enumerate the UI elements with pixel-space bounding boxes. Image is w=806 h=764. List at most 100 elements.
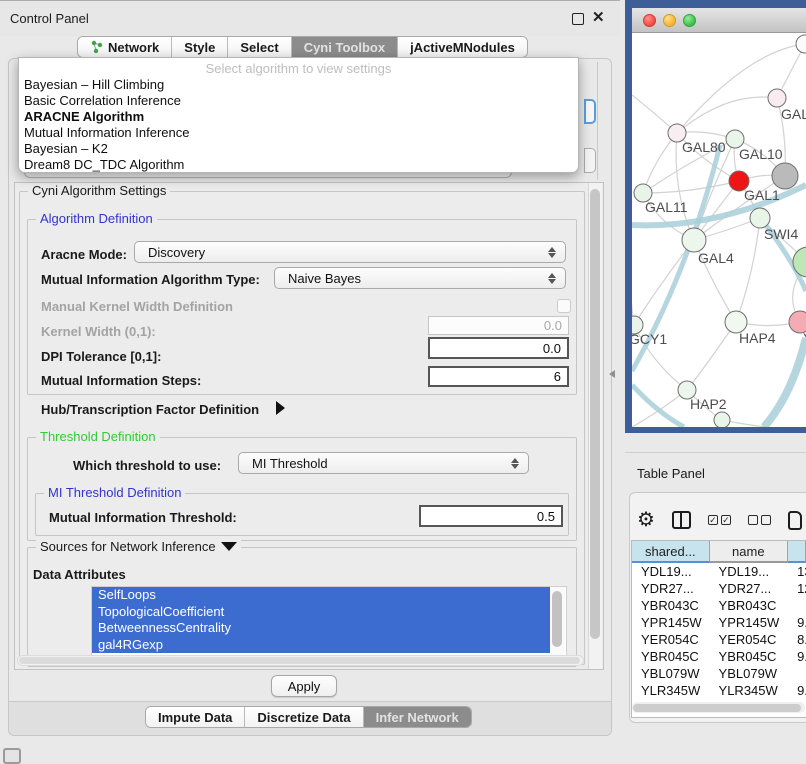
column-header[interactable]: name [710,541,789,563]
settings-hscrollbar-thumb[interactable] [19,657,580,664]
table-cell [788,665,806,682]
table-cell: YBL079W [632,665,710,682]
tab-impute-data[interactable]: Impute Data [146,707,245,727]
data-attribute-item[interactable]: gal4RGexp [92,637,550,654]
table-cell: YER054C [632,631,710,648]
node-label: SWI4 [764,226,798,242]
network-node[interactable] [768,89,786,107]
checked-columns-icon[interactable]: ✓✓ [708,515,731,525]
manual-kernel-checkbox[interactable] [557,299,571,313]
apply-button[interactable]: Apply [271,675,337,697]
table-row[interactable]: YLR345WYLR345W9. [632,682,806,699]
mi-threshold-field[interactable]: 0.5 [419,505,563,527]
network-node[interactable] [750,208,770,228]
hidden-algorithm-combo-fragment[interactable] [584,99,596,124]
table-cell: YPR145W [632,614,710,631]
network-view[interactable]: GALGAL80GAL10GAL1GAL11SWI4GAL4GCY1HAP4YH… [632,33,806,427]
table-row[interactable]: YBR043CYBR043C [632,597,806,614]
table-rows: YDL19...YDL19...13YDR27...YDR27...12YBR0… [632,563,806,703]
network-node[interactable] [772,163,798,189]
table-row[interactable]: YDL19...YDL19...13 [632,563,806,580]
zoom-traffic-light[interactable] [683,14,696,27]
tab-cyni-toolbox[interactable]: Cyni Toolbox [292,37,398,57]
column-header[interactable] [788,541,806,563]
tab-jactivemnodules[interactable]: jActiveMNodules [398,37,527,57]
mi-steps-field[interactable]: 6 [428,366,569,387]
data-attribute-item[interactable]: TopologicalCoefficient [92,604,550,621]
table-row[interactable]: YER054CYER054C8. [632,631,806,648]
panel-divider-grip[interactable] [609,370,615,378]
tab-network[interactable]: Network [78,37,172,57]
minimize-traffic-light[interactable] [663,14,676,27]
data-attributes-list[interactable]: SelfLoopsTopologicalCoefficientBetweenne… [91,586,567,656]
tab-network-label: Network [108,40,159,55]
data-attribute-item[interactable]: BetweennessCentrality [92,620,550,637]
network-edge[interactable] [677,97,777,133]
unchecked-columns-icon[interactable] [748,515,771,525]
algorithm-definition-title: Algorithm Definition [36,211,157,226]
network-node[interactable] [682,228,706,252]
aracne-mode-label: Aracne Mode: [41,247,127,262]
algorithm-option[interactable]: Bayesian – Hill Climbing [19,77,578,93]
mi-type-combo[interactable]: Naive Bayes [274,267,566,289]
table-row[interactable]: YBR045CYBR045C9. [632,648,806,665]
algorithm-option[interactable]: Bayesian – K2 [19,141,578,157]
network-window-titlebar [632,8,806,33]
gear-icon[interactable]: ⚙ [637,510,655,530]
network-svg: GALGAL80GAL10GAL1GAL11SWI4GAL4GCY1HAP4YH… [632,33,806,427]
which-threshold-combo[interactable]: MI Threshold [238,452,529,474]
network-edge-thick[interactable] [632,385,684,427]
node-label: GAL11 [645,199,688,215]
algorithm-option[interactable]: Mutual Information Inference [19,125,578,141]
export-table-icon[interactable] [788,511,802,530]
network-node[interactable] [796,35,806,53]
table-row[interactable]: YDR27...YDR27...12 [632,580,806,597]
tab-style[interactable]: Style [172,37,228,57]
hidden-combo-fragment[interactable] [584,148,596,173]
data-attribute-item[interactable]: SelfLoops [92,587,550,604]
kernel-width-field[interactable]: 0.0 [428,316,569,335]
cyni-settings-panel: Cyni Algorithm Settings Algorithm Defini… [14,182,604,670]
tab-infer-network[interactable]: Infer Network [364,707,471,727]
collapse-arrow-icon[interactable] [221,542,237,551]
network-edge-thick[interactable] [764,338,806,427]
tab-select[interactable]: Select [228,37,291,57]
close-icon[interactable]: ✕ [592,8,605,26]
node-label: GAL10 [739,146,783,162]
network-node[interactable] [714,412,730,427]
table-row[interactable]: YBL079WYBL079W [632,665,806,682]
close-traffic-light[interactable] [643,14,656,27]
sources-title-wrap: Sources for Network Inference [36,539,241,554]
table-cell: YPR145W [710,614,789,631]
tab-discretize-data[interactable]: Discretize Data [245,707,363,727]
mi-type-label: Mutual Information Algorithm Type: [41,272,260,287]
network-edge[interactable] [736,218,760,322]
expand-arrow-icon[interactable] [276,401,285,415]
table-cell: 9. [788,682,806,699]
settings-scrollbar-thumb[interactable] [590,189,600,639]
algorithm-option[interactable]: Dream8 DC_TDC Algorithm [19,157,578,173]
algorithm-option[interactable]: Basic Correlation Inference [19,93,578,109]
table-cell: 9. [788,614,806,631]
column-header[interactable]: shared... [632,541,710,563]
table-cell [788,597,806,614]
algorithm-option[interactable]: ARACNE Algorithm [19,109,578,125]
network-edge[interactable] [643,133,677,193]
dpi-tolerance-field[interactable]: 0.0 [428,337,569,359]
table-cell: YBL079W [710,665,789,682]
sources-title: Sources for Network Inference [40,539,216,554]
float-window-icon[interactable] [572,13,584,25]
node-label: HAP2 [690,396,727,412]
table-row[interactable]: YPR145WYPR145W9. [632,614,806,631]
attr-list-scrollbar-thumb[interactable] [552,591,562,647]
algorithm-dropdown-popup: Select algorithm to view settings Bayesi… [18,57,579,173]
control-panel-titlebar [0,0,620,36]
aracne-mode-combo[interactable]: Discovery [134,241,566,263]
manual-kernel-label: Manual Kernel Width Definition [41,299,233,314]
table-hscrollbar-thumb[interactable] [633,704,801,712]
node-label: GAL1 [744,187,780,203]
network-edge[interactable] [687,322,736,390]
control-panel-tabs: Network Style Select Cyni Toolbox jActiv… [77,36,528,58]
table-cell: YDL19... [632,563,710,580]
columns-icon[interactable] [672,511,691,529]
